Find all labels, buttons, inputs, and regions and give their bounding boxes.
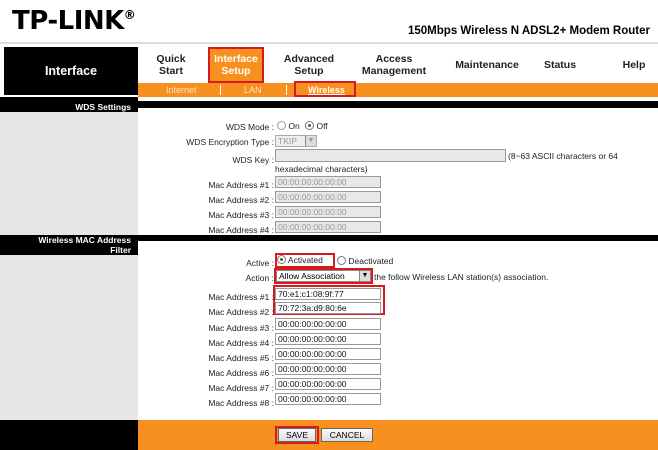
wds-key-label: WDS Key : [232,155,274,165]
filter-mac-1-label: Mac Address #1 : [208,292,274,302]
header-divider [0,42,658,44]
subtab-separator [220,85,221,95]
filter-mac-8-label: Mac Address #8 : [208,398,274,408]
wds-mode-off-radio[interactable] [305,121,315,131]
mac-filter-title-line-2: Filter [110,245,131,255]
filter-mac-3-input[interactable]: 00:00:00:00:00:00 [275,318,381,330]
filter-mac-5-label: Mac Address #5 : [208,353,274,363]
activated-option[interactable]: Activated [275,253,335,268]
chevron-down-icon: ▼ [359,271,370,281]
filter-mac-6-label: Mac Address #6 : [208,368,274,378]
wds-mac-3-label: Mac Address #3 : [208,210,274,220]
current-section-title: Interface [4,47,138,95]
sidebar [0,102,138,420]
action-suffix-text: the follow Wireless LAN station(s) assoc… [374,272,549,282]
header: TP-LINK® 150Mbps Wireless N ADSL2+ Modem… [0,0,658,45]
model-name: 150Mbps Wireless N ADSL2+ Modem Router [408,25,650,37]
wds-mode-on-label: On [288,121,300,131]
subtab-lan[interactable]: LAN [244,83,262,97]
activated-radio[interactable] [277,255,286,265]
action-select[interactable]: Allow Association ▼ [276,270,371,282]
filter-mac-2-input[interactable]: 70:72:3a:d9:80:6e [275,302,381,314]
wds-mac-1-label: Mac Address #1 : [208,180,274,190]
filter-mac-5-input[interactable]: 00:00:00:00:00:00 [275,348,381,360]
wds-mac-2-label: Mac Address #2 : [208,195,274,205]
wds-mode-off-label: Off [316,121,328,131]
wds-mode-label: WDS Mode : [225,122,274,132]
mac-filter-title-line-1: Wireless MAC Address [38,235,131,245]
tab-advanced-setup[interactable]: Advanced Setup [274,47,344,83]
wds-mac-4-input[interactable]: 00:00:00:00:00:00 [275,221,381,233]
tab-quick-start[interactable]: Quick Start [138,47,204,83]
wds-mode-on-radio[interactable] [277,121,286,131]
filter-mac-8-input[interactable]: 00:00:00:00:00:00 [275,393,381,405]
wireless-highlight-box [294,81,356,97]
filter-mac-7-input[interactable]: 00:00:00:00:00:00 [275,378,381,390]
wds-section-title: WDS Settings [0,102,138,112]
wds-mac-1-input[interactable]: 00:00:00:00:00:00 [275,176,381,188]
wds-key-hint: (8~63 ASCII characters or 64 [508,151,618,161]
tab-status[interactable]: Status [534,47,586,83]
mac-filter-active-label: Active : [246,258,274,268]
wds-mac-4-label: Mac Address #4 : [208,225,274,235]
wds-section-bar [138,102,658,108]
filter-mac-4-input[interactable]: 00:00:00:00:00:00 [275,333,381,345]
filter-mac-3-label: Mac Address #3 : [208,323,274,333]
activated-label: Activated [287,255,323,265]
wds-key-hint-2: hexadecimal characters) [275,164,368,174]
nav-underline-gap [138,97,658,101]
wds-mac-3-input[interactable]: 00:00:00:00:00:00 [275,206,381,218]
main-menu: Quick Start Interface Setup Advanced Set… [138,47,658,83]
subtab-internet[interactable]: Internet [166,83,197,97]
filter-mac-4-label: Mac Address #4 : [208,338,274,348]
subtab-separator [286,85,287,95]
filter-mac-6-input[interactable]: 00:00:00:00:00:00 [275,363,381,375]
filter-mac-1-input[interactable]: 70:e1:c1:08:9f:77 [275,288,381,300]
wds-encryption-label: WDS Encryption Type : [186,137,274,147]
tab-access-management[interactable]: Access Management [350,47,438,83]
filter-mac-2-label: Mac Address #2 : [208,307,274,317]
filter-mac-7-label: Mac Address #7 : [208,383,274,393]
mac-filter-action-label: Action : [245,273,274,283]
save-button[interactable]: SAVE [278,428,316,442]
tab-help[interactable]: Help [610,47,658,83]
tp-link-logo: TP-LINK® [12,6,136,36]
wds-encryption-select[interactable]: TKIP ▼ [275,135,317,147]
sub-menu: Internet LAN Wireless [138,83,658,97]
deactivated-radio[interactable] [337,256,346,266]
deactivated-label: Deactivated [348,256,394,266]
tab-interface-setup[interactable]: Interface Setup [208,47,264,83]
deactivated-option[interactable]: Deactivated [337,256,393,266]
chevron-down-icon: ▼ [305,136,316,146]
footer-left [0,420,138,450]
footer-bar [138,420,658,450]
wds-key-input[interactable] [275,149,506,162]
mac-filter-section-bar [138,235,658,241]
cancel-button[interactable]: CANCEL [321,428,373,442]
wds-mode-radios: On Off [277,121,328,131]
wds-mac-2-input[interactable]: 00:00:00:00:00:00 [275,191,381,203]
tab-maintenance[interactable]: Maintenance [444,47,530,83]
mac-filter-section-title: Wireless MAC Address Filter [0,235,138,255]
